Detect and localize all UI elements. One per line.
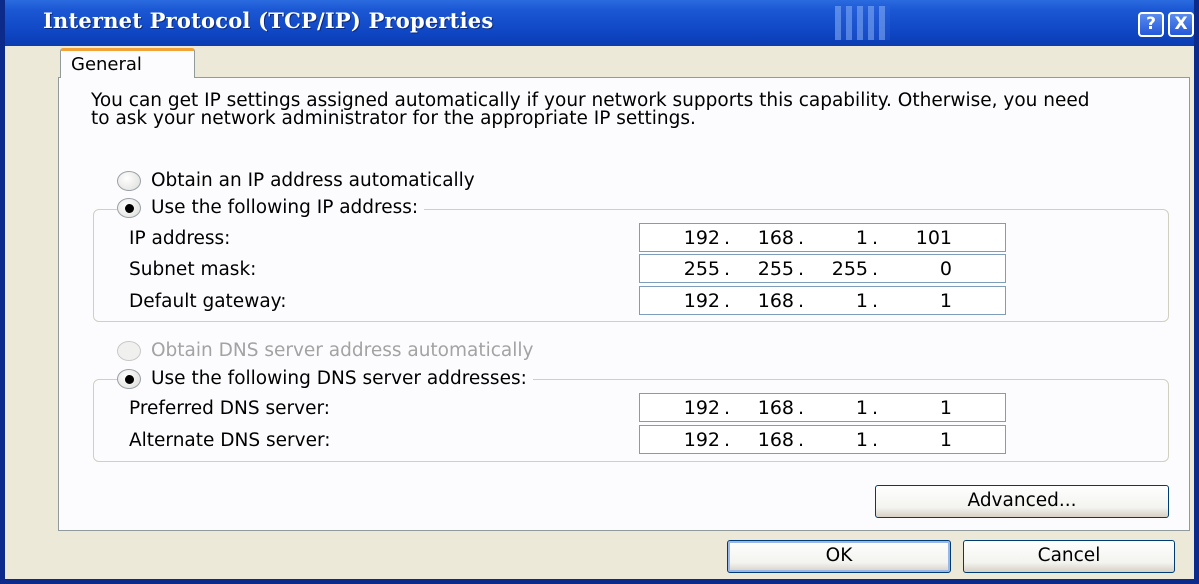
octet[interactable]: 255 — [808, 258, 868, 280]
window-title: Internet Protocol (TCP/IP) Properties — [43, 8, 494, 33]
octet-separator: . — [723, 428, 731, 451]
octet-separator: . — [871, 257, 879, 280]
title-bar-highlight — [835, 6, 890, 40]
octet-separator: . — [797, 428, 805, 451]
use-following-dns-label: Use the following DNS server addresses: — [151, 368, 527, 389]
tcpip-properties-dialog: Internet Protocol (TCP/IP) Properties ? … — [0, 0, 1199, 584]
use-following-dns-radio[interactable]: Use the following DNS server addresses: — [117, 368, 533, 389]
octet-separator: . — [871, 428, 879, 451]
default-gateway-field[interactable]: 192 . 168 . 1 . 1 — [639, 286, 1006, 315]
help-icon[interactable]: ? — [1138, 12, 1164, 37]
radio-button-disabled-icon[interactable] — [117, 340, 141, 361]
default-gateway-label: Default gateway: — [129, 291, 287, 312]
use-following-ip-label: Use the following IP address: — [151, 197, 419, 218]
octet-separator: . — [723, 289, 731, 312]
tab-general[interactable]: General — [60, 48, 195, 78]
obtain-ip-auto-radio[interactable]: Obtain an IP address automatically — [117, 170, 481, 191]
radio-button-icon[interactable] — [117, 170, 141, 191]
octet[interactable]: 0 — [882, 258, 952, 280]
ok-button[interactable]: OK — [727, 540, 951, 573]
octet[interactable]: 1 — [808, 290, 868, 312]
ip-address-field[interactable]: 192 . 168 . 1 . 101 — [639, 223, 1006, 252]
preferred-dns-field[interactable]: 192 . 168 . 1 . 1 — [639, 393, 1006, 422]
obtain-ip-auto-label: Obtain an IP address automatically — [151, 170, 475, 191]
use-following-ip-radio[interactable]: Use the following IP address: — [117, 197, 425, 218]
advanced-button[interactable]: Advanced... — [875, 485, 1169, 518]
octet[interactable]: 1 — [808, 397, 868, 419]
radio-button-selected-icon[interactable] — [117, 368, 141, 389]
octet[interactable]: 101 — [882, 227, 952, 249]
cancel-button[interactable]: Cancel — [963, 540, 1175, 573]
intro-text: You can get IP settings assigned automat… — [91, 90, 1090, 129]
octet-separator: . — [797, 257, 805, 280]
octet[interactable]: 168 — [734, 429, 794, 451]
octet[interactable]: 192 — [640, 290, 720, 312]
octet[interactable]: 1 — [808, 227, 868, 249]
octet-separator: . — [723, 226, 731, 249]
octet[interactable]: 192 — [640, 227, 720, 249]
octet[interactable]: 192 — [640, 429, 720, 451]
title-bar[interactable]: Internet Protocol (TCP/IP) Properties ? … — [5, 0, 1194, 46]
subnet-mask-field[interactable]: 255 . 255 . 255 . 0 — [639, 254, 1006, 283]
subnet-mask-label: Subnet mask: — [129, 259, 257, 280]
octet[interactable]: 1 — [882, 429, 952, 451]
octet[interactable]: 1 — [808, 429, 868, 451]
octet-separator: . — [797, 289, 805, 312]
octet[interactable]: 168 — [734, 397, 794, 419]
octet[interactable]: 168 — [734, 290, 794, 312]
obtain-dns-auto-label: Obtain DNS server address automatically — [151, 340, 534, 361]
alternate-dns-field[interactable]: 192 . 168 . 1 . 1 — [639, 425, 1006, 454]
octet-separator: . — [797, 226, 805, 249]
octet-separator: . — [797, 396, 805, 419]
octet[interactable]: 1 — [882, 397, 952, 419]
preferred-dns-label: Preferred DNS server: — [129, 398, 330, 419]
octet-separator: . — [871, 289, 879, 312]
octet[interactable]: 1 — [882, 290, 952, 312]
ip-address-label: IP address: — [129, 228, 231, 249]
octet-separator: . — [723, 396, 731, 419]
octet-separator: . — [871, 226, 879, 249]
obtain-dns-auto-radio[interactable]: Obtain DNS server address automatically — [117, 340, 540, 361]
alternate-dns-label: Alternate DNS server: — [129, 430, 331, 451]
octet-separator: . — [871, 396, 879, 419]
octet-separator: . — [723, 257, 731, 280]
radio-button-selected-icon[interactable] — [117, 197, 141, 218]
octet[interactable]: 192 — [640, 397, 720, 419]
close-icon[interactable]: X — [1168, 12, 1194, 37]
octet[interactable]: 255 — [640, 258, 720, 280]
octet[interactable]: 255 — [734, 258, 794, 280]
octet[interactable]: 168 — [734, 227, 794, 249]
